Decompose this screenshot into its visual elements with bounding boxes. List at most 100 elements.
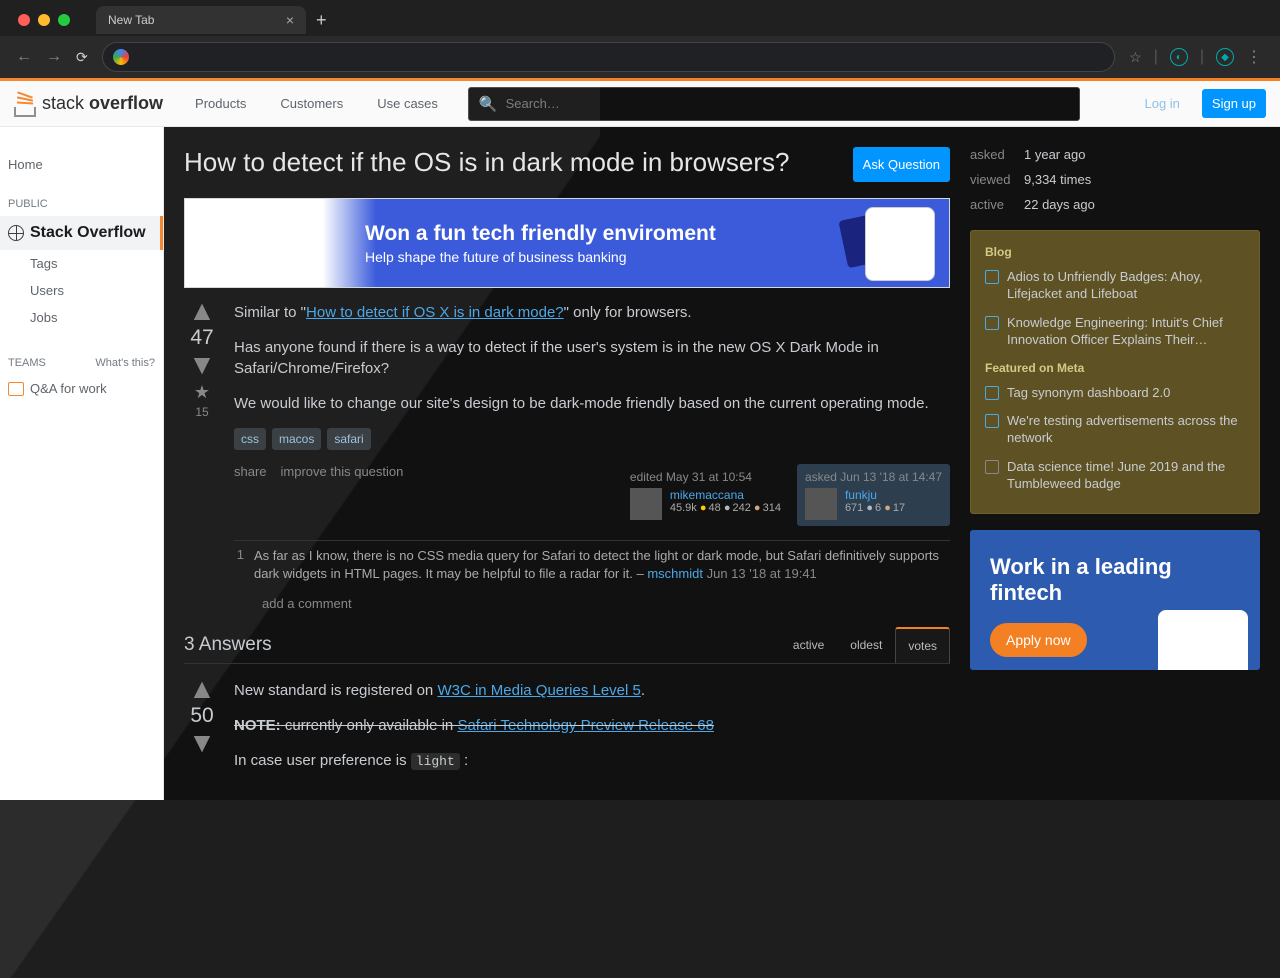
avatar	[630, 488, 662, 520]
asker-name[interactable]: funkju	[845, 488, 905, 502]
answers-count: 3 Answers	[184, 634, 272, 656]
left-sidebar: Home PUBLIC Stack Overflow Tags Users Jo…	[0, 127, 164, 800]
minimize-window-button[interactable]	[38, 14, 50, 26]
address-bar: ← → ⟳ ☆ | ◐ | ◆ ⋮	[0, 36, 1280, 78]
avatar	[805, 488, 837, 520]
blog-item[interactable]: Adios to Unfriendly Badges: Ahoy, Lifeja…	[985, 269, 1245, 303]
meta-heading: Featured on Meta	[985, 361, 1245, 375]
stat-label: asked	[970, 147, 1024, 162]
ad-heading: Work in a leading fintech	[990, 554, 1240, 607]
extension-icon[interactable]: ◐	[1170, 48, 1188, 66]
stat-value: 9,334 times	[1024, 172, 1091, 187]
blog-item[interactable]: Knowledge Engineering: Intuit's Chief In…	[985, 315, 1245, 349]
sidebar-item-label: Stack Overflow	[30, 224, 146, 242]
stat-value: 1 year ago	[1024, 147, 1085, 162]
favorite-button[interactable]: ★	[184, 382, 220, 403]
whats-this-link[interactable]: What's this?	[95, 357, 155, 369]
bookmark-icon[interactable]: ☆	[1129, 49, 1142, 66]
nav-usecases[interactable]: Use cases	[365, 96, 450, 111]
maximize-window-button[interactable]	[58, 14, 70, 26]
editor-name[interactable]: mikemaccana	[670, 488, 781, 502]
sidebar-teams: TEAMS What's this?	[0, 351, 163, 375]
favorite-count: 15	[184, 405, 220, 419]
nav-customers[interactable]: Customers	[268, 96, 355, 111]
w3c-link[interactable]: W3C in Media Queries Level 5	[437, 682, 640, 699]
sidebar-item-label: Q&A for work	[30, 381, 107, 396]
stat-value: 22 days ago	[1024, 197, 1095, 212]
downvote-button[interactable]: ▼	[184, 356, 220, 374]
menu-icon[interactable]: ⋮	[1246, 47, 1264, 67]
ad-banner[interactable]: Won a fun tech friendly enviroment Help …	[184, 198, 950, 288]
question-body: Similar to "How to detect if OS X is in …	[234, 302, 950, 627]
tab-bar: New Tab × +	[0, 0, 1280, 36]
sort-active[interactable]: active	[780, 627, 837, 663]
safari-release-link[interactable]: Safari Technology Preview Release 68	[457, 717, 714, 734]
sidebar-users[interactable]: Users	[0, 277, 163, 304]
search-box[interactable]: 🔍	[468, 87, 1080, 121]
banner-sub: Help shape the future of business bankin…	[365, 249, 716, 265]
sidebar-teams-label: TEAMS	[8, 357, 46, 369]
blog-heading: Blog	[985, 245, 1245, 259]
stat-label: active	[970, 197, 1024, 212]
meta-item[interactable]: We're testing advertisements across the …	[985, 413, 1245, 447]
ask-question-button[interactable]: Ask Question	[853, 147, 950, 182]
new-tab-button[interactable]: +	[316, 10, 327, 31]
asker-card: asked Jun 13 '18 at 14:47 funkju 671 6 1…	[797, 464, 950, 526]
logo-icon	[14, 91, 38, 117]
divider: |	[1154, 48, 1158, 66]
login-link[interactable]: Log in	[1132, 96, 1191, 111]
code-inline: light	[411, 753, 460, 770]
close-tab-icon[interactable]: ×	[286, 12, 294, 28]
divider: |	[1200, 48, 1204, 66]
tag-macos[interactable]: macos	[272, 428, 321, 450]
vote-column: ▲ 50 ▼	[184, 680, 220, 785]
profile-icon[interactable]: ◆	[1216, 48, 1234, 66]
comment-author[interactable]: mschmidt	[647, 566, 703, 581]
tag-safari[interactable]: safari	[327, 428, 370, 450]
upvote-button[interactable]: ▲	[184, 680, 220, 698]
forward-button[interactable]: →	[46, 48, 62, 66]
search-icon: 🔍	[479, 95, 498, 113]
back-button[interactable]: ←	[16, 48, 32, 66]
ad-phone-image	[1158, 610, 1248, 670]
url-input[interactable]	[102, 42, 1115, 72]
share-link[interactable]: share	[234, 464, 267, 479]
browser-tab[interactable]: New Tab ×	[96, 6, 306, 34]
answers-header: 3 Answers active oldest votes	[184, 627, 950, 664]
signup-button[interactable]: Sign up	[1202, 89, 1266, 118]
comment-body: As far as I know, there is no CSS media …	[254, 547, 950, 582]
site-header: stack overflow Products Customers Use ca…	[0, 81, 1280, 127]
sort-oldest[interactable]: oldest	[837, 627, 895, 663]
downvote-button[interactable]: ▼	[184, 734, 220, 752]
sidebar-home[interactable]: Home	[0, 151, 163, 178]
speech-icon	[985, 414, 999, 428]
stackoverflow-logo[interactable]: stack overflow	[14, 91, 173, 117]
google-icon	[113, 49, 129, 65]
globe-icon	[8, 225, 24, 241]
close-window-button[interactable]	[18, 14, 30, 26]
ask-time: asked Jun 13 '18 at 14:47	[805, 470, 942, 484]
stat-label: viewed	[970, 172, 1024, 187]
sidebar-tags[interactable]: Tags	[0, 250, 163, 277]
community-bulletin: Blog Adios to Unfriendly Badges: Ahoy, L…	[970, 230, 1260, 514]
search-input[interactable]	[506, 96, 1069, 111]
add-comment-link[interactable]: add a comment	[234, 588, 950, 627]
referenced-question-link[interactable]: How to detect if OS X is in dark mode?	[306, 304, 564, 321]
sidebar-qa-work[interactable]: Q&A for work	[0, 375, 163, 402]
sort-votes[interactable]: votes	[895, 627, 950, 663]
meta-item[interactable]: Data science time! June 2019 and the Tum…	[985, 459, 1245, 493]
reload-button[interactable]: ⟳	[76, 49, 88, 66]
sidebar-stackoverflow[interactable]: Stack Overflow	[0, 216, 163, 250]
upvote-button[interactable]: ▲	[184, 302, 220, 320]
tab-title: New Tab	[108, 13, 154, 27]
sidebar-jobs[interactable]: Jobs	[0, 304, 163, 331]
improve-link[interactable]: improve this question	[281, 464, 404, 479]
job-ad[interactable]: Work in a leading fintech Apply now	[970, 530, 1260, 670]
meta-item[interactable]: Tag synonym dashboard 2.0	[985, 385, 1245, 402]
comment-score: 1	[234, 547, 244, 582]
editor-card: edited May 31 at 10:54 mikemaccana 45.9k…	[622, 464, 789, 526]
briefcase-icon	[8, 382, 24, 396]
apply-button[interactable]: Apply now	[990, 623, 1087, 657]
nav-products[interactable]: Products	[183, 96, 258, 111]
tag-css[interactable]: css	[234, 428, 266, 450]
